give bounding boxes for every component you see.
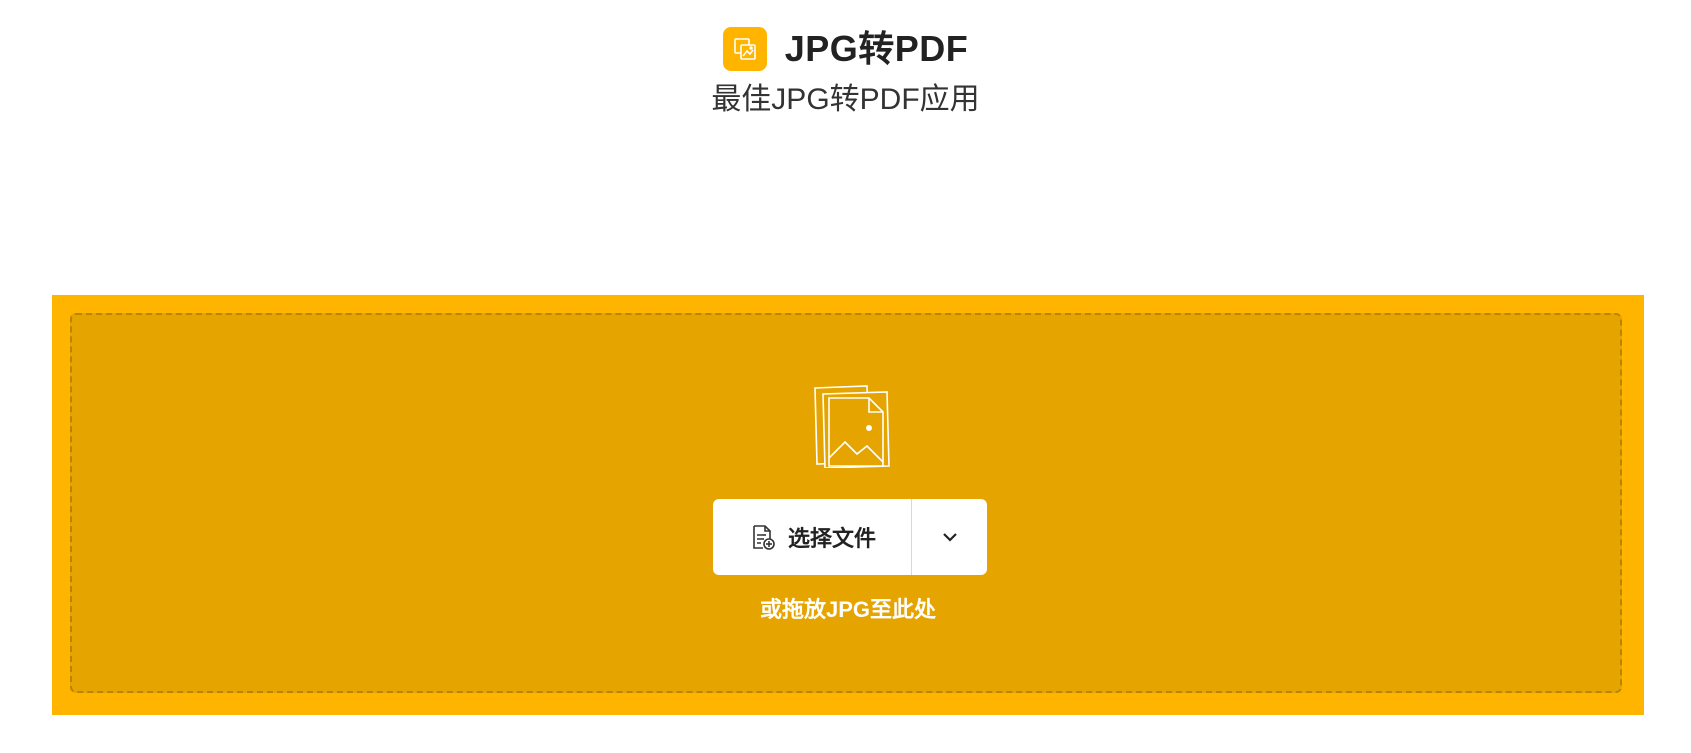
title-row: JPG转PDF: [0, 27, 1691, 71]
drop-hint: 或拖放JPG至此处: [759, 597, 937, 622]
select-file-label: 选择文件: [787, 526, 876, 551]
image-convert-icon: [722, 27, 767, 71]
page-subtitle: 最佳JPG转PDF应用: [711, 83, 980, 116]
image-files-icon: [814, 385, 890, 468]
select-file-button[interactable]: 选择文件: [713, 499, 911, 575]
page-title: JPG转PDF: [784, 28, 969, 69]
page-header: JPG转PDF 最佳JPG转PDF应用: [0, 0, 1691, 130]
chevron-down-icon: [942, 533, 957, 542]
upload-area[interactable]: 选择文件 或拖放JPG至此处: [52, 295, 1644, 715]
select-file-group: 选择文件: [713, 499, 987, 575]
file-add-icon: [753, 525, 775, 550]
more-sources-button[interactable]: [912, 499, 987, 575]
drop-zone[interactable]: 选择文件 或拖放JPG至此处: [70, 313, 1622, 693]
